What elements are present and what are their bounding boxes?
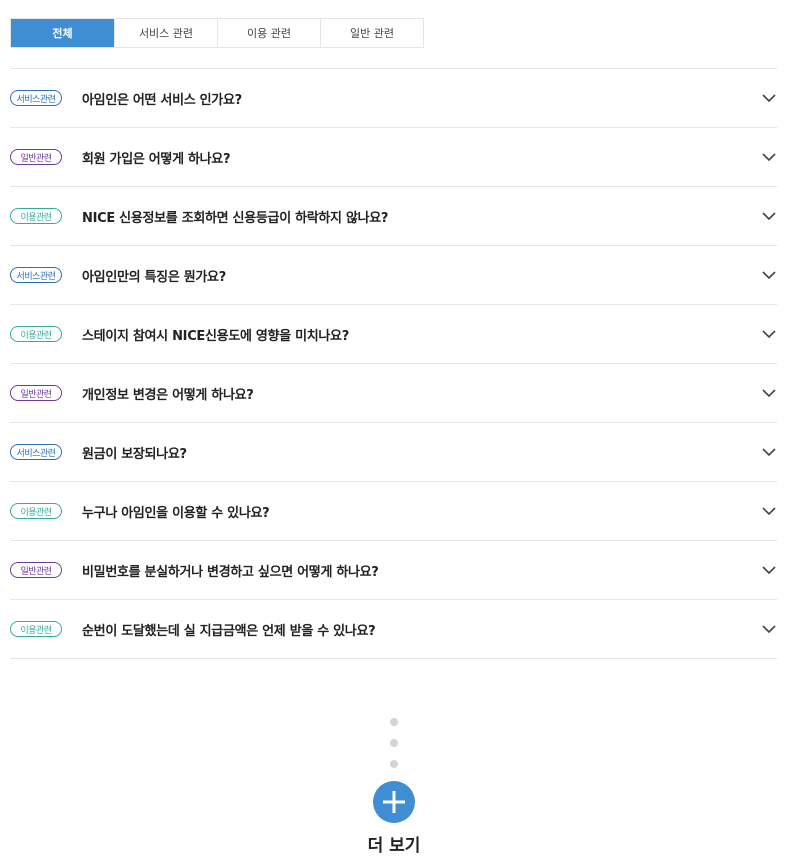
faq-item[interactable]: 일반관련 개인정보 변경은 어떻게 하나요? xyxy=(10,364,777,423)
faq-question: 원금이 보장되나요? xyxy=(82,446,187,462)
faq-item[interactable]: 일반관련 회원 가입은 어떻게 하나요? xyxy=(10,128,777,187)
dot xyxy=(390,760,398,768)
category-badge: 일반관련 xyxy=(10,385,62,401)
category-badge: 이용관련 xyxy=(10,621,62,637)
faq-question: 누구나 아임인을 이용할 수 있나요? xyxy=(82,505,270,521)
category-badge: 일반관련 xyxy=(10,149,62,165)
category-tabs: 전체 서비스 관련 이용 관련 일반 관련 xyxy=(10,18,424,48)
faq-item[interactable]: 이용관련 누구나 아임인을 이용할 수 있나요? xyxy=(10,482,777,541)
tab-service[interactable]: 서비스 관련 xyxy=(114,19,217,47)
chevron-down-icon[interactable] xyxy=(761,444,777,460)
faq-question: NICE 신용정보를 조회하면 신용등급이 하락하지 않나요? xyxy=(82,210,389,226)
chevron-down-icon[interactable] xyxy=(761,562,777,578)
faq-list: 서비스관련 아임인은 어떤 서비스 인가요? 일반관련 회원 가입은 어떻게 하… xyxy=(10,68,777,659)
tab-all[interactable]: 전체 xyxy=(11,19,114,47)
chevron-down-icon[interactable] xyxy=(761,208,777,224)
faq-question: 개인정보 변경은 어떻게 하나요? xyxy=(82,387,254,403)
faq-question: 아임인만의 특징은 뭔가요? xyxy=(82,269,226,285)
dot xyxy=(390,739,398,747)
faq-item[interactable]: 이용관련 NICE 신용정보를 조회하면 신용등급이 하락하지 않나요? xyxy=(10,187,777,246)
faq-question: 아임인은 어떤 서비스 인가요? xyxy=(82,92,242,108)
category-badge: 서비스관련 xyxy=(10,267,62,283)
faq-question: 스테이지 참여시 NICE신용도에 영향을 미치나요? xyxy=(82,328,349,344)
faq-question: 회원 가입은 어떻게 하나요? xyxy=(82,151,231,167)
chevron-down-icon[interactable] xyxy=(761,149,777,165)
tab-usage[interactable]: 이용 관련 xyxy=(217,19,320,47)
chevron-down-icon[interactable] xyxy=(761,621,777,637)
faq-question: 순번이 도달했는데 실 지급금액은 언제 받을 수 있나요? xyxy=(82,623,376,639)
faq-item[interactable]: 이용관련 순번이 도달했는데 실 지급금액은 언제 받을 수 있나요? xyxy=(10,600,777,659)
chevron-down-icon[interactable] xyxy=(761,90,777,106)
chevron-down-icon[interactable] xyxy=(761,326,777,342)
faq-question: 비밀번호를 분실하거나 변경하고 싶으면 어떻게 하나요? xyxy=(82,564,379,580)
category-badge: 이용관련 xyxy=(10,208,62,224)
load-more-button[interactable] xyxy=(373,781,415,823)
category-badge: 서비스관련 xyxy=(10,90,62,106)
category-badge: 이용관련 xyxy=(10,326,62,342)
faq-item[interactable]: 서비스관련 아임인은 어떤 서비스 인가요? xyxy=(10,69,777,128)
tab-general[interactable]: 일반 관련 xyxy=(320,19,423,47)
faq-item[interactable]: 서비스관련 원금이 보장되나요? xyxy=(10,423,777,482)
category-badge: 이용관련 xyxy=(10,503,62,519)
dot xyxy=(390,718,398,726)
chevron-down-icon[interactable] xyxy=(761,267,777,283)
category-badge: 일반관련 xyxy=(10,562,62,578)
category-badge: 서비스관련 xyxy=(10,444,62,460)
faq-item[interactable]: 서비스관련 아임인만의 특징은 뭔가요? xyxy=(10,246,777,305)
plus-icon xyxy=(383,791,405,813)
faq-item[interactable]: 이용관련 스테이지 참여시 NICE신용도에 영향을 미치나요? xyxy=(10,305,777,364)
more-dots-decoration xyxy=(390,718,398,781)
faq-item[interactable]: 일반관련 비밀번호를 분실하거나 변경하고 싶으면 어떻게 하나요? xyxy=(10,541,777,600)
load-more-label[interactable]: 더 보기 xyxy=(344,831,444,856)
chevron-down-icon[interactable] xyxy=(761,503,777,519)
chevron-down-icon[interactable] xyxy=(761,385,777,401)
